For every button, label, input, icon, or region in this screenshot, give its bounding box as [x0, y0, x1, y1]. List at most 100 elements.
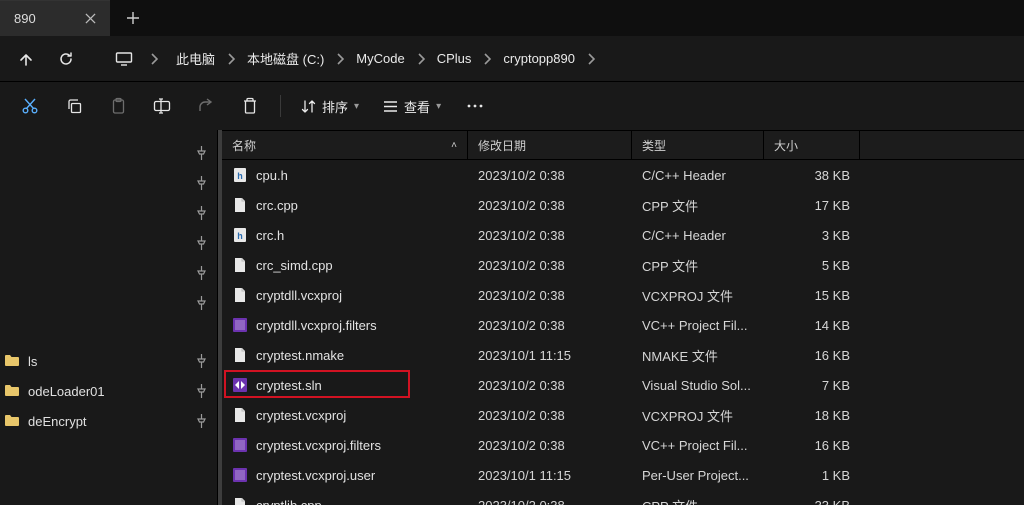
rename-button[interactable] [142, 87, 182, 125]
content-area: ls odeLoader01 deEncrypt 名称 ˄ 修改日期 类型 大小 [0, 130, 1024, 505]
file-icon [232, 347, 248, 363]
file-date: 2023/10/2 0:38 [468, 400, 632, 430]
nav-sidebar: ls odeLoader01 deEncrypt [0, 130, 218, 505]
file-name: cpu.h [256, 168, 288, 183]
file-date: 2023/10/1 11:15 [468, 460, 632, 490]
file-row[interactable]: cryptest.vcxproj2023/10/2 0:38VCXPROJ 文件… [222, 400, 1024, 430]
col-type[interactable]: 类型 [632, 131, 764, 159]
chevron-right-icon [479, 53, 495, 65]
col-size[interactable]: 大小 [764, 131, 860, 159]
pin-icon [196, 176, 207, 190]
cut-button[interactable] [10, 87, 50, 125]
sidebar-item[interactable] [0, 198, 217, 228]
file-date: 2023/10/2 0:38 [468, 430, 632, 460]
pin-icon [196, 384, 207, 398]
crumb-3[interactable]: CPlus [431, 47, 478, 70]
crumb-0[interactable]: 此电脑 [170, 45, 221, 72]
file-row[interactable]: cryptest.vcxproj.filters2023/10/2 0:38VC… [222, 430, 1024, 460]
sort-asc-icon: ˄ [451, 140, 457, 151]
file-type: VCXPROJ 文件 [632, 400, 764, 430]
file-pane: 名称 ˄ 修改日期 类型 大小 hcpu.h2023/10/2 0:38C/C+… [222, 130, 1024, 505]
file-type: CPP 文件 [632, 490, 764, 505]
pc-icon[interactable] [106, 41, 142, 77]
file-icon [232, 317, 248, 333]
sidebar-item[interactable]: deEncrypt [0, 406, 217, 436]
sidebar-item[interactable]: odeLoader01 [0, 376, 217, 406]
crumb-1[interactable]: 本地磁盘 (C:) [241, 45, 330, 72]
tab-active[interactable]: 890 [0, 0, 110, 36]
breadcrumb: 此电脑 本地磁盘 (C:) MyCode CPlus cryptopp890 [166, 41, 1016, 77]
share-button[interactable] [186, 87, 226, 125]
file-name: cryptlib.cpp [256, 498, 322, 505]
paste-button[interactable] [98, 87, 138, 125]
sidebar-item[interactable] [0, 168, 217, 198]
file-name: cryptest.vcxproj.filters [256, 438, 381, 453]
close-icon[interactable] [85, 13, 96, 24]
chevron-right-icon [146, 53, 162, 65]
tab-label: 890 [14, 11, 36, 26]
refresh-button[interactable] [48, 41, 84, 77]
folder-icon [4, 413, 20, 429]
file-name: crc.h [256, 228, 284, 243]
col-type-label: 类型 [642, 137, 666, 154]
nav-bar: 此电脑 本地磁盘 (C:) MyCode CPlus cryptopp890 [0, 36, 1024, 82]
col-name-label: 名称 [232, 137, 256, 154]
pin-icon [196, 354, 207, 368]
file-row[interactable]: cryptlib.cpp2023/10/2 0:38CPP 文件33 KB [222, 490, 1024, 505]
file-size: 15 KB [764, 280, 860, 310]
file-row[interactable]: hcrc.h2023/10/2 0:38C/C++ Header3 KB [222, 220, 1024, 250]
sort-button[interactable]: 排序 ▾ [291, 87, 369, 125]
pin-icon [196, 296, 207, 310]
svg-text:h: h [237, 231, 243, 241]
col-name[interactable]: 名称 ˄ [222, 131, 468, 159]
file-size: 1 KB [764, 460, 860, 490]
file-row[interactable]: cryptest.nmake2023/10/1 11:15NMAKE 文件16 … [222, 340, 1024, 370]
sidebar-item[interactable] [0, 138, 217, 168]
file-name: cryptest.nmake [256, 348, 344, 363]
file-size: 5 KB [764, 250, 860, 280]
file-icon [232, 287, 248, 303]
copy-button[interactable] [54, 87, 94, 125]
sort-label: 排序 [322, 97, 348, 116]
file-type: Visual Studio Sol... [632, 370, 764, 400]
file-type: C/C++ Header [632, 220, 764, 250]
sidebar-item-label: odeLoader01 [28, 384, 190, 399]
column-headers: 名称 ˄ 修改日期 类型 大小 [222, 130, 1024, 160]
sidebar-item-label: deEncrypt [28, 414, 190, 429]
file-row[interactable]: crc.cpp2023/10/2 0:38CPP 文件17 KB [222, 190, 1024, 220]
more-button[interactable] [455, 87, 495, 125]
crumb-4[interactable]: cryptopp890 [497, 47, 581, 70]
crumb-2[interactable]: MyCode [350, 47, 410, 70]
file-row[interactable]: cryptest.sln2023/10/2 0:38Visual Studio … [222, 370, 1024, 400]
sidebar-item[interactable]: ls [0, 346, 217, 376]
file-size: 38 KB [764, 160, 860, 190]
pin-icon [196, 146, 207, 160]
file-name: cryptest.sln [256, 378, 322, 393]
sidebar-item[interactable] [0, 258, 217, 288]
file-size: 3 KB [764, 220, 860, 250]
sidebar-item[interactable] [0, 228, 217, 258]
tab-strip: 890 [0, 0, 1024, 36]
file-size: 14 KB [764, 310, 860, 340]
sidebar-item[interactable] [0, 288, 217, 318]
file-icon [232, 497, 248, 505]
file-row[interactable]: cryptdll.vcxproj2023/10/2 0:38VCXPROJ 文件… [222, 280, 1024, 310]
file-icon [232, 467, 248, 483]
file-icon [232, 377, 248, 393]
file-type: CPP 文件 [632, 190, 764, 220]
new-tab-button[interactable] [110, 0, 156, 36]
file-type: NMAKE 文件 [632, 340, 764, 370]
delete-button[interactable] [230, 87, 270, 125]
file-size: 16 KB [764, 430, 860, 460]
up-button[interactable] [8, 41, 44, 77]
file-row[interactable]: cryptest.vcxproj.user2023/10/1 11:15Per-… [222, 460, 1024, 490]
file-row[interactable]: crc_simd.cpp2023/10/2 0:38CPP 文件5 KB [222, 250, 1024, 280]
file-row[interactable]: hcpu.h2023/10/2 0:38C/C++ Header38 KB [222, 160, 1024, 190]
file-icon [232, 407, 248, 423]
col-date[interactable]: 修改日期 [468, 131, 632, 159]
view-button[interactable]: 查看 ▾ [373, 87, 451, 125]
svg-text:h: h [237, 171, 243, 181]
sidebar-item-label: ls [28, 354, 190, 369]
file-row[interactable]: cryptdll.vcxproj.filters2023/10/2 0:38VC… [222, 310, 1024, 340]
file-date: 2023/10/2 0:38 [468, 160, 632, 190]
